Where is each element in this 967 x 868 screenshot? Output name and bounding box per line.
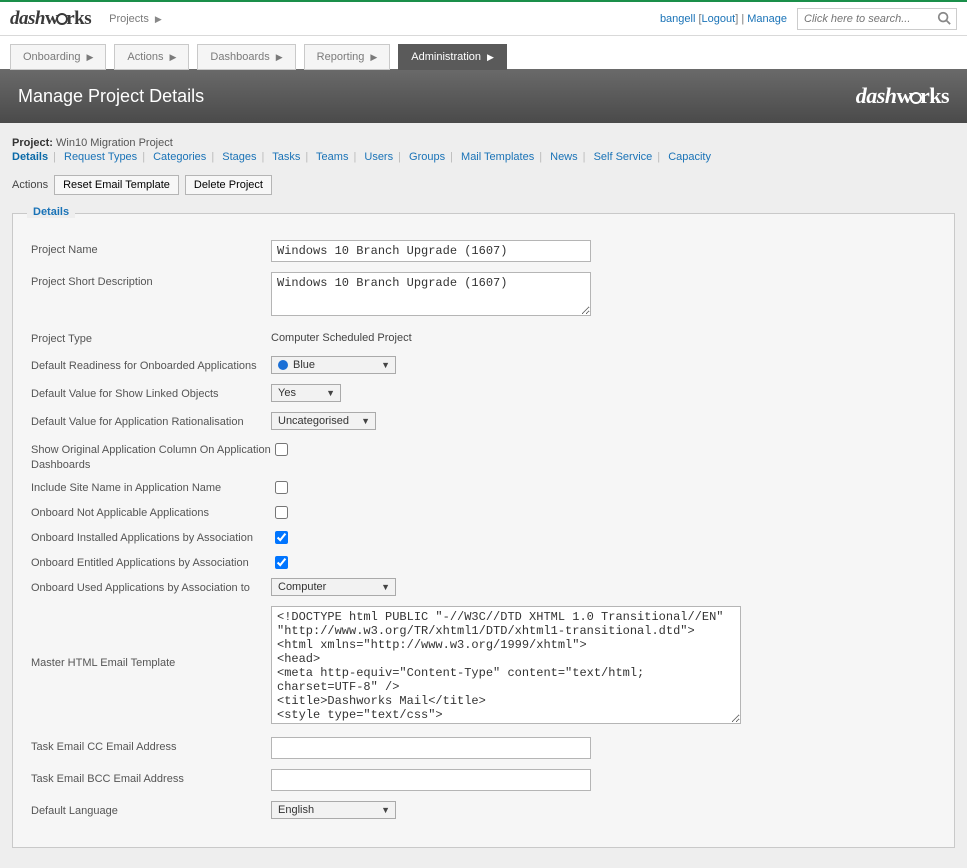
label-bcc: Task Email BCC Email Address xyxy=(31,769,271,786)
language-select[interactable]: English ▼ xyxy=(271,801,396,819)
reset-email-template-button[interactable]: Reset Email Template xyxy=(54,175,179,195)
project-type-value: Computer Scheduled Project xyxy=(271,329,412,344)
status-dot-icon xyxy=(278,360,288,370)
select-value: Blue xyxy=(293,359,315,371)
subnav-categories[interactable]: Categories xyxy=(153,151,206,163)
tab-onboarding[interactable]: Onboarding ▶ xyxy=(10,44,106,70)
chevron-right-icon: ▶ xyxy=(487,52,494,63)
breadcrumb-projects[interactable]: Projects ▶ xyxy=(109,13,162,25)
rationalisation-select[interactable]: Uncategorised ▼ xyxy=(271,412,376,430)
readiness-select[interactable]: Blue ▼ xyxy=(271,356,396,374)
content-area: Project: Win10 Migration Project Details… xyxy=(0,123,967,868)
subnav-users[interactable]: Users xyxy=(364,151,393,163)
subnav-groups[interactable]: Groups xyxy=(409,151,445,163)
chevron-down-icon: ▼ xyxy=(361,416,370,426)
chevron-down-icon: ▼ xyxy=(381,360,390,370)
cc-input[interactable] xyxy=(271,737,591,759)
brand-logo: dashwrks xyxy=(10,8,91,30)
user-name-link[interactable]: bangell xyxy=(660,13,695,25)
subnav-news[interactable]: News xyxy=(550,151,578,163)
chevron-right-icon: ▶ xyxy=(155,14,162,24)
subnav-mail-templates[interactable]: Mail Templates xyxy=(461,151,534,163)
onboard-entitled-checkbox[interactable] xyxy=(275,556,288,569)
tab-label: Reporting xyxy=(317,51,365,63)
label-onboard-installed: Onboard Installed Applications by Associ… xyxy=(31,528,271,545)
breadcrumb-label: Projects xyxy=(109,13,149,25)
chevron-down-icon: ▼ xyxy=(381,805,390,815)
search-input[interactable] xyxy=(797,8,957,30)
manage-link[interactable]: Manage xyxy=(747,13,787,25)
details-panel: Details Project Name Project Short Descr… xyxy=(12,213,955,848)
label-show-orig: Show Original Application Column On Appl… xyxy=(31,440,271,472)
tab-label: Administration xyxy=(411,51,481,63)
subnav-details[interactable]: Details xyxy=(12,151,48,163)
label-include-site: Include Site Name in Application Name xyxy=(31,478,271,495)
actions-row: Actions Reset Email Template Delete Proj… xyxy=(12,175,955,195)
subnav-capacity[interactable]: Capacity xyxy=(668,151,711,163)
subnav-request-types[interactable]: Request Types xyxy=(64,151,137,163)
tab-administration[interactable]: Administration ▶ xyxy=(398,44,507,70)
include-site-checkbox[interactable] xyxy=(275,481,288,494)
project-name: Win10 Migration Project xyxy=(56,137,173,149)
main-nav-tabs: Onboarding ▶ Actions ▶ Dashboards ▶ Repo… xyxy=(0,36,967,70)
search-icon[interactable] xyxy=(937,11,953,27)
project-prefix: Project: xyxy=(12,137,53,149)
select-value: Yes xyxy=(278,387,296,399)
label-short-desc: Project Short Description xyxy=(31,272,271,289)
tab-label: Dashboards xyxy=(210,51,269,63)
onboard-installed-checkbox[interactable] xyxy=(275,531,288,544)
label-onboard-entitled: Onboard Entitled Applications by Associa… xyxy=(31,553,271,570)
label-master-template: Master HTML Email Template xyxy=(31,606,271,670)
top-bar: dashwrks Projects ▶ bangell [Logout] | M… xyxy=(0,0,967,36)
page-header: Manage Project Details dashwrks xyxy=(0,69,967,123)
sub-nav: Details| Request Types| Categories| Stag… xyxy=(12,151,955,163)
tab-dashboards[interactable]: Dashboards ▶ xyxy=(197,44,295,70)
bcc-input[interactable] xyxy=(271,769,591,791)
chevron-right-icon: ▶ xyxy=(370,52,377,63)
label-project-name: Project Name xyxy=(31,240,271,257)
short-desc-input[interactable] xyxy=(271,272,591,316)
show-linked-select[interactable]: Yes ▼ xyxy=(271,384,341,402)
tab-label: Actions xyxy=(127,51,163,63)
master-template-input[interactable] xyxy=(271,606,741,724)
label-project-type: Project Type xyxy=(31,329,271,346)
chevron-right-icon: ▶ xyxy=(276,52,283,63)
chevron-right-icon: ▶ xyxy=(170,52,177,63)
onboard-used-select[interactable]: Computer ▼ xyxy=(271,578,396,596)
project-name-input[interactable] xyxy=(271,240,591,262)
label-readiness: Default Readiness for Onboarded Applicat… xyxy=(31,356,271,373)
delete-project-button[interactable]: Delete Project xyxy=(185,175,272,195)
label-rationalisation: Default Value for Application Rationalis… xyxy=(31,412,271,429)
ring-icon xyxy=(910,92,922,104)
tab-label: Onboarding xyxy=(23,51,81,63)
select-value: English xyxy=(278,804,314,816)
actions-label: Actions xyxy=(12,179,48,191)
show-orig-checkbox[interactable] xyxy=(275,443,288,456)
chevron-right-icon: ▶ xyxy=(87,52,94,63)
tab-actions[interactable]: Actions ▶ xyxy=(114,44,189,70)
label-onboard-na: Onboard Not Applicable Applications xyxy=(31,503,271,520)
select-value: Computer xyxy=(278,581,326,593)
onboard-na-checkbox[interactable] xyxy=(275,506,288,519)
subnav-stages[interactable]: Stages xyxy=(222,151,256,163)
project-line: Project: Win10 Migration Project xyxy=(12,137,955,149)
user-links: bangell [Logout] | Manage xyxy=(660,13,787,25)
chevron-down-icon: ▼ xyxy=(326,388,335,398)
header-brand: dashwrks xyxy=(856,83,949,109)
label-onboard-used: Onboard Used Applications by Association… xyxy=(31,578,271,595)
label-cc: Task Email CC Email Address xyxy=(31,737,271,754)
select-value: Uncategorised xyxy=(278,415,349,427)
subnav-teams[interactable]: Teams xyxy=(316,151,348,163)
page-title: Manage Project Details xyxy=(18,86,204,107)
subnav-tasks[interactable]: Tasks xyxy=(272,151,300,163)
subnav-self-service[interactable]: Self Service xyxy=(594,151,653,163)
label-show-linked: Default Value for Show Linked Objects xyxy=(31,384,271,401)
details-legend: Details xyxy=(27,206,75,218)
logout-link[interactable]: Logout xyxy=(702,13,736,25)
chevron-down-icon: ▼ xyxy=(381,582,390,592)
tab-reporting[interactable]: Reporting ▶ xyxy=(304,44,391,70)
ring-icon xyxy=(56,13,68,25)
label-language: Default Language xyxy=(31,801,271,818)
